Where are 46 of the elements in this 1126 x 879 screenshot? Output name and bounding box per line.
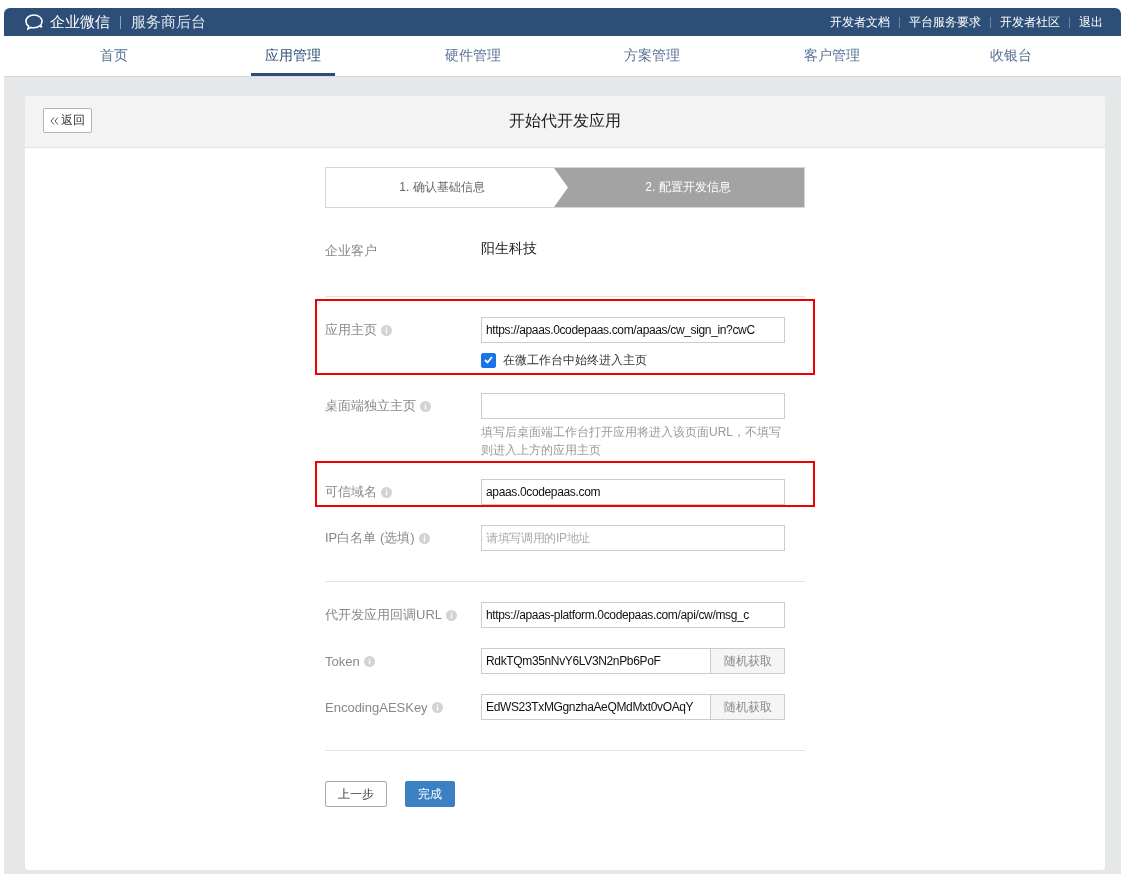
info-icon — [446, 609, 457, 621]
nav-tab[interactable]: 客户管理 — [789, 36, 874, 76]
input-field[interactable]: https://apaas-platform.0codepaas.com/api/cw/msg_c — [481, 602, 785, 628]
step-indicator: 2. 配置开发信息 — [554, 168, 804, 207]
hint-text: 填写后桌面端工作台打开应用将进入该页面URL，不填写则进入上方的应用主页 — [481, 424, 782, 459]
checkbox[interactable] — [481, 352, 496, 368]
field-label: 应用主页 — [325, 321, 377, 339]
input-field[interactable]: EdWS23TxMGgnzhaAeQMdMxt0vOAqY — [481, 694, 711, 720]
nav-tab[interactable]: 硬件管理 — [430, 36, 515, 76]
info-icon — [418, 532, 430, 544]
input-field[interactable]: 请填写调用的IP地址 — [481, 525, 785, 551]
input-field[interactable]: https://apaas.0codepaas.com/apaas/cw_sign_in?cwC — [481, 317, 785, 343]
header-link[interactable]: 退出 — [1079, 13, 1103, 31]
info-icon — [420, 400, 431, 412]
field-label: 桌面端独立主页 — [325, 397, 416, 415]
header-link[interactable]: 平台服务要求 — [909, 13, 981, 31]
checkmark-icon — [484, 356, 493, 364]
field-label: 代开发应用回调URL — [325, 606, 442, 624]
header-link[interactable]: 开发者文档 — [830, 13, 890, 31]
field-label: 可信域名 — [325, 483, 377, 501]
info-icon — [363, 655, 375, 667]
field-label: Token — [325, 653, 360, 669]
input-field[interactable]: apaas.0codepaas.com — [481, 479, 785, 505]
field-label: 企业客户 — [325, 242, 377, 260]
console-title: 服务商后台 — [131, 12, 206, 32]
brand-name: 企业微信 — [50, 12, 110, 32]
field-label: IP白名单 (选填) — [325, 529, 415, 547]
finish-button[interactable]: 完成 — [405, 781, 455, 807]
previous-step-button[interactable]: 上一步 — [325, 781, 387, 807]
nav-tab[interactable]: 方案管理 — [610, 36, 695, 76]
double-chevron-left-icon — [50, 116, 59, 125]
chat-bubble-logo-icon — [24, 13, 46, 31]
info-icon — [431, 701, 443, 713]
nav-tab[interactable]: 应用管理 — [251, 36, 336, 76]
back-button[interactable]: 返回 — [43, 108, 92, 133]
customer-name: 阳生科技 — [481, 239, 537, 258]
input-field[interactable] — [481, 393, 785, 419]
input-field[interactable]: RdkTQm35nNvY6LV3N2nPb6PoF — [481, 648, 711, 674]
field-label: EncodingAESKey — [325, 699, 428, 715]
header-link[interactable]: 开发者社区 — [1000, 13, 1060, 31]
info-icon — [381, 486, 392, 498]
nav-tab[interactable]: 收银台 — [976, 36, 1047, 76]
nav-tab[interactable]: 首页 — [85, 36, 142, 76]
info-icon — [381, 324, 392, 336]
checkbox-label: 在微工作台中始终进入主页 — [503, 351, 647, 369]
page-title: 开始代开发应用 — [509, 111, 621, 131]
